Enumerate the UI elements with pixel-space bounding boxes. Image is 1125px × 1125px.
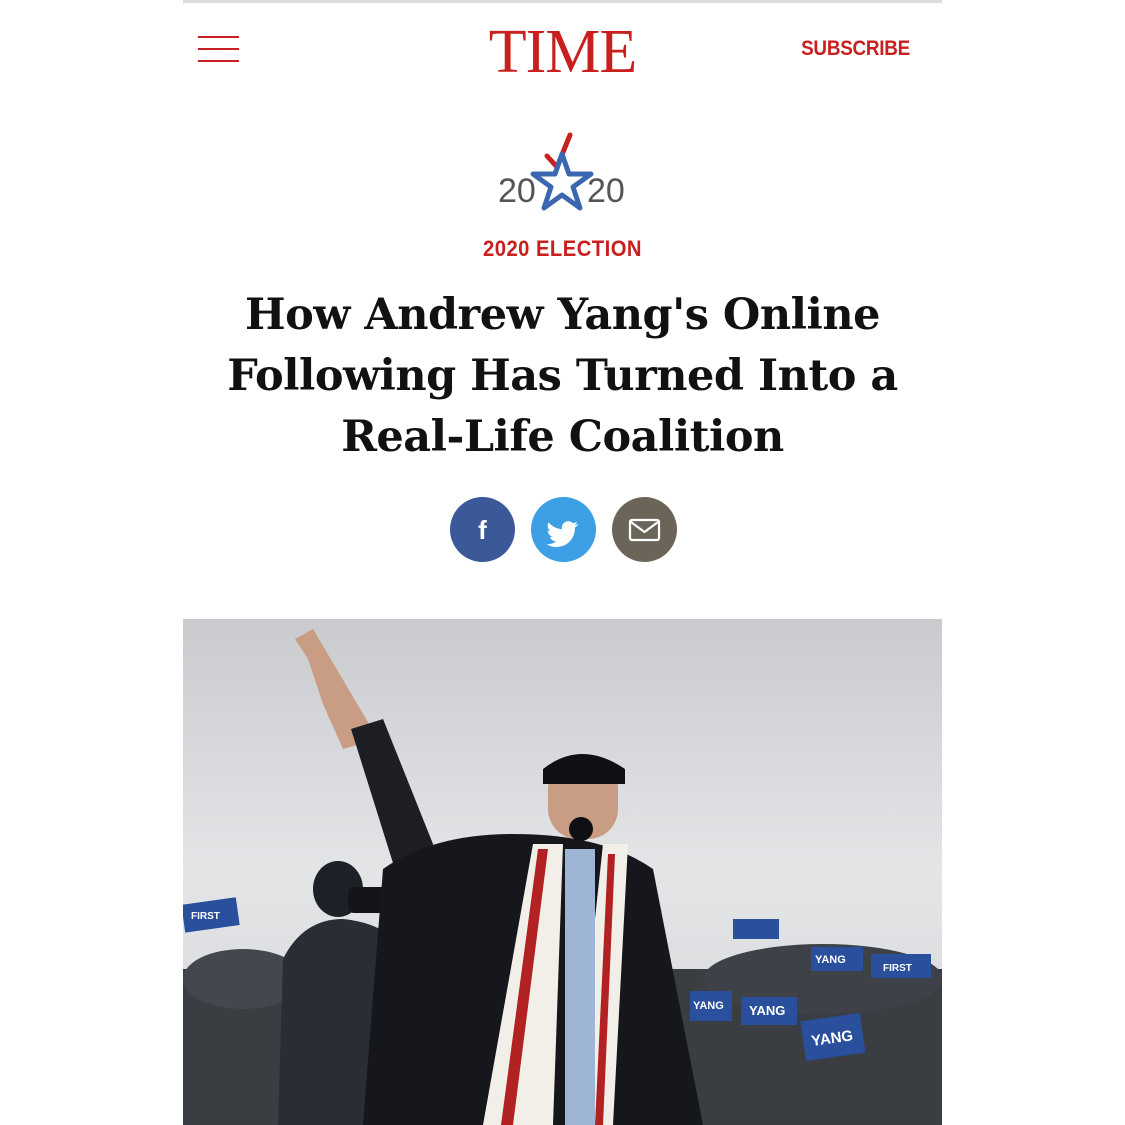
mark-right-digits: 20: [587, 172, 625, 210]
svg-text:YANG: YANG: [815, 954, 846, 966]
email-icon: [628, 518, 661, 542]
article-headline: How Andrew Yang's Online Following Has T…: [227, 290, 898, 462]
facebook-icon: f: [478, 515, 487, 545]
section-kicker[interactable]: 2020 ELECTION: [213, 236, 911, 262]
svg-text:YANG: YANG: [693, 1000, 724, 1012]
svg-text:YANG: YANG: [749, 1003, 785, 1018]
hero-photo: FIRST YANG YANG FIRST YANG YANG YANG: [183, 619, 942, 1125]
election-2020-logo: 20 20: [498, 132, 625, 211]
svg-text:FIRST: FIRST: [191, 911, 220, 922]
twitter-share-button[interactable]: [531, 497, 596, 562]
svg-text:f: f: [478, 515, 487, 545]
twitter-icon: [546, 521, 579, 547]
mark-left-digits: 20: [498, 172, 536, 210]
subscribe-button[interactable]: SUBSCRIBE: [801, 37, 910, 61]
article-page: TIME SUBSCRIBE 20 20 2020 ELECTION How A…: [183, 0, 942, 1125]
svg-text:FIRST: FIRST: [883, 963, 912, 974]
email-share-button[interactable]: [612, 497, 677, 562]
site-header: TIME SUBSCRIBE: [183, 3, 942, 93]
facebook-share-button[interactable]: f: [450, 497, 515, 562]
